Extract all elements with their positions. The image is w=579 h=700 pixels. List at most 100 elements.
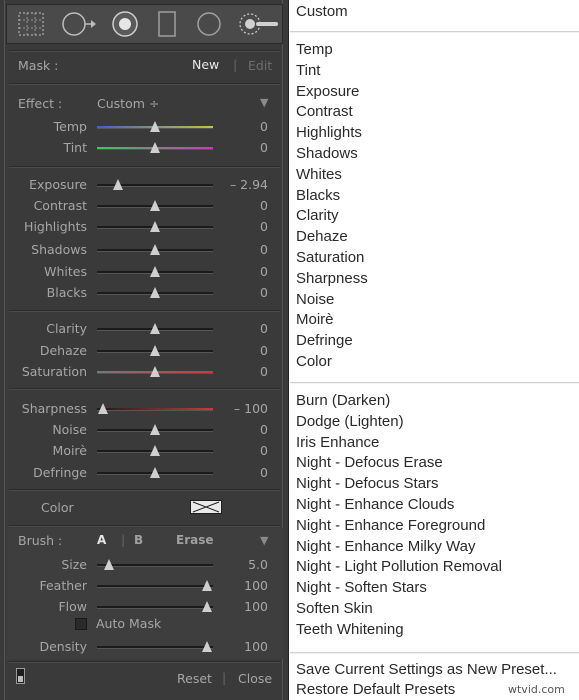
menu-item-night-enhance-clouds[interactable]: Night - Enhance Clouds (296, 495, 454, 515)
menu-item-soften-skin[interactable]: Soften Skin (296, 599, 373, 619)
effect-collapse-icon[interactable]: ▼ (260, 96, 268, 109)
effect-preset-select[interactable]: Custom ÷ (97, 96, 159, 111)
defringe-value[interactable]: 0 (260, 465, 268, 480)
noise-value[interactable]: 0 (260, 422, 268, 437)
menu-item-custom[interactable]: Custom (296, 2, 348, 22)
moir-value[interactable]: 0 (260, 443, 268, 458)
menu-item-iris-enhance[interactable]: Iris Enhance (296, 433, 379, 453)
mask-new-button[interactable]: New (192, 57, 219, 72)
temp-slider-handle[interactable] (150, 121, 160, 132)
mask-edit-button[interactable]: Edit (248, 58, 272, 73)
whites-value[interactable]: 0 (260, 264, 268, 279)
contrast-slider-handle[interactable] (150, 200, 160, 211)
blacks-value[interactable]: 0 (260, 285, 268, 300)
tint-slider-row: Tint 0 (0, 139, 289, 157)
adjustment-brush-icon[interactable] (235, 5, 281, 43)
feather-value[interactable]: 100 (244, 578, 268, 593)
brush-b-button[interactable]: B (134, 533, 143, 547)
menu-item-exposure[interactable]: Exposure (296, 82, 359, 102)
highlights-slider-handle[interactable] (150, 221, 160, 232)
dehaze-value[interactable]: 0 (260, 343, 268, 358)
blacks-slider-handle[interactable] (150, 287, 160, 298)
auto-mask-checkbox[interactable] (75, 618, 87, 630)
whites-label: Whites (44, 264, 87, 279)
menu-item-night-defocus-stars[interactable]: Night - Defocus Stars (296, 474, 439, 494)
menu-item-saturation[interactable]: Saturation (296, 248, 364, 268)
mask-toggle-icon[interactable] (16, 668, 25, 684)
menu-item-night-light-pollution-removal[interactable]: Night - Light Pollution Removal (296, 557, 502, 577)
separator (9, 310, 280, 312)
spot-removal-icon[interactable] (59, 5, 99, 43)
shadows-value[interactable]: 0 (260, 242, 268, 257)
menu-item-dehaze[interactable]: Dehaze (296, 227, 348, 247)
sharpness-slider-row: Sharpness – 100 (0, 400, 289, 418)
sharpness-slider[interactable] (97, 408, 213, 411)
menu-item-tint[interactable]: Tint (296, 61, 320, 81)
menu-item-night-enhance-milky-way[interactable]: Night - Enhance Milky Way (296, 537, 476, 557)
menu-item-defringe[interactable]: Defringe (296, 331, 353, 351)
menu-item-highlights[interactable]: Highlights (296, 123, 362, 143)
menu-item-contrast[interactable]: Contrast (296, 102, 353, 122)
reset-button[interactable]: Reset (177, 671, 212, 686)
dehaze-slider-handle[interactable] (150, 345, 160, 356)
crop-overlay-icon[interactable] (11, 5, 51, 43)
menu-item-save-current-settings-as-new-preset[interactable]: Save Current Settings as New Preset... (296, 660, 557, 680)
menu-item-dodge-lighten[interactable]: Dodge (Lighten) (296, 412, 404, 432)
red-eye-icon[interactable] (105, 5, 145, 43)
menu-item-sharpness[interactable]: Sharpness (296, 269, 368, 289)
saturation-slider-handle[interactable] (150, 366, 160, 377)
density-slider-handle[interactable] (202, 641, 213, 652)
graduated-filter-icon[interactable] (147, 5, 187, 43)
menu-item-temp[interactable]: Temp (296, 40, 333, 60)
separator (9, 50, 280, 52)
density-value[interactable]: 100 (244, 639, 268, 654)
menu-item-night-enhance-foreground[interactable]: Night - Enhance Foreground (296, 516, 485, 536)
exposure-value[interactable]: – 2.94 (230, 177, 268, 192)
tint-slider-handle[interactable] (150, 142, 160, 153)
menu-item-whites[interactable]: Whites (296, 165, 342, 185)
brush-erase-button[interactable]: Erase (176, 533, 214, 547)
close-button[interactable]: Close (238, 671, 272, 686)
size-value[interactable]: 5.0 (248, 557, 268, 572)
brush-collapse-icon[interactable]: ▼ (260, 534, 268, 547)
menu-item-blacks[interactable]: Blacks (296, 186, 340, 206)
menu-item-noise[interactable]: Noise (296, 290, 334, 310)
whites-slider-handle[interactable] (150, 266, 160, 277)
flow-slider[interactable] (97, 606, 213, 609)
clarity-slider-handle[interactable] (150, 323, 160, 334)
temp-value[interactable]: 0 (260, 119, 268, 134)
menu-item-burn-darken[interactable]: Burn (Darken) (296, 391, 390, 411)
separator (9, 83, 280, 85)
contrast-value[interactable]: 0 (260, 198, 268, 213)
exposure-slider-handle[interactable] (112, 179, 123, 190)
menu-item-restore-default-presets[interactable]: Restore Default Presets (296, 680, 455, 700)
flow-value[interactable]: 100 (244, 599, 268, 614)
tint-value[interactable]: 0 (260, 140, 268, 155)
menu-item-night-defocus-erase[interactable]: Night - Defocus Erase (296, 453, 443, 473)
flow-slider-handle[interactable] (202, 601, 213, 612)
temp-slider-row: Temp 0 (0, 118, 289, 136)
color-swatch[interactable] (190, 500, 222, 514)
menu-item-teeth-whitening[interactable]: Teeth Whitening (296, 620, 404, 640)
menu-item-night-soften-stars[interactable]: Night - Soften Stars (296, 578, 427, 598)
menu-item-color[interactable]: Color (296, 352, 332, 372)
sharpness-value[interactable]: – 100 (234, 401, 268, 416)
menu-item-shadows[interactable]: Shadows (296, 144, 358, 164)
size-slider-handle[interactable] (103, 559, 114, 570)
highlights-value[interactable]: 0 (260, 219, 268, 234)
feather-slider-handle[interactable] (202, 580, 213, 591)
saturation-value[interactable]: 0 (260, 364, 268, 379)
menu-item-clarity[interactable]: Clarity (296, 206, 339, 226)
radial-filter-icon[interactable] (189, 5, 229, 43)
density-slider[interactable] (97, 646, 213, 649)
noise-slider-handle[interactable] (150, 424, 160, 435)
size-slider[interactable] (97, 564, 213, 567)
shadows-slider-handle[interactable] (150, 244, 160, 255)
sharpness-slider-handle[interactable] (97, 403, 108, 414)
feather-slider[interactable] (97, 585, 213, 588)
moir-slider-handle[interactable] (150, 445, 160, 456)
defringe-slider-handle[interactable] (150, 467, 160, 478)
menu-item-moir[interactable]: Moirè (296, 310, 334, 330)
clarity-value[interactable]: 0 (260, 321, 268, 336)
brush-a-button[interactable]: A (97, 533, 106, 547)
